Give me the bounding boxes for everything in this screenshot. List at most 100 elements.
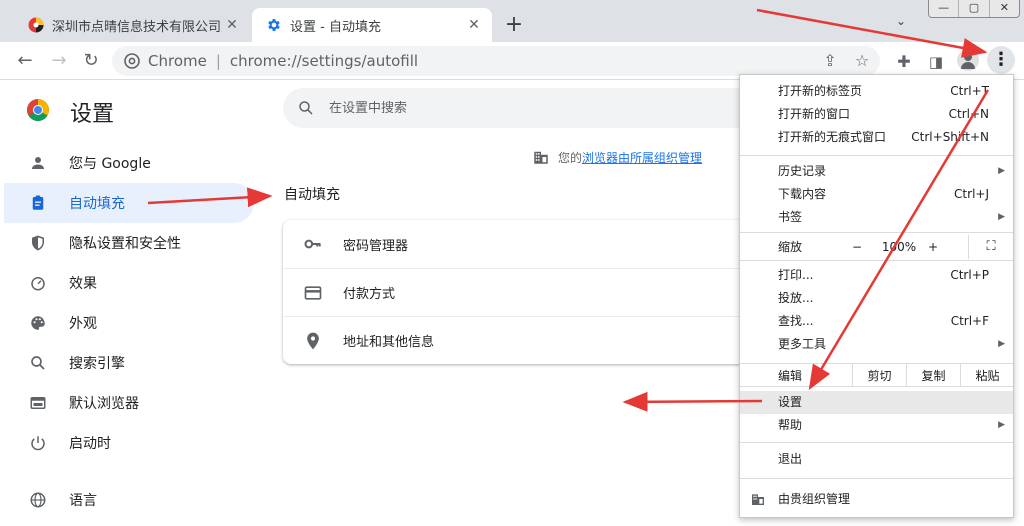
search-icon bbox=[31, 356, 45, 370]
browser-icon bbox=[30, 397, 46, 409]
tab-strip: 深圳市点晴信息技术有限公司点晴 ✕ 设置 - 自动填充 ✕ + ⌄ — ▢ ✕ bbox=[0, 0, 1024, 42]
autofill-row-label: 密码管理器 bbox=[343, 238, 409, 254]
sidebar-item-label: 隐私设置和安全性 bbox=[69, 236, 181, 252]
submenu-arrow-icon: ▶ bbox=[998, 166, 1005, 176]
chrome-page-icon bbox=[124, 53, 140, 69]
settings-sidebar: 您与 Google 自动填充 隐私设置和安全性 效果 外观 搜索引擎 默认浏览器 bbox=[4, 143, 254, 520]
autofill-row-label: 地址和其他信息 bbox=[343, 335, 435, 350]
menu-item-downloads[interactable]: 下载内容 Ctrl+J bbox=[740, 183, 1013, 206]
edit-label: 编辑 bbox=[778, 369, 803, 383]
chrome-main-menu: 打开新的标签页 Ctrl+T 打开新的窗口 Ctrl+N 打开新的无痕式窗口 Ctrl… bbox=[739, 74, 1014, 518]
sidebar-item-default-browser[interactable]: 默认浏览器 bbox=[4, 383, 254, 423]
search-icon bbox=[299, 101, 313, 115]
address-bar[interactable]: Chrome | chrome://settings/autofill ⇪ ☆ bbox=[112, 46, 880, 76]
sidebar-item-privacy[interactable]: 隐私设置和安全性 bbox=[4, 223, 254, 263]
menu-divider bbox=[740, 442, 1013, 443]
gear-icon bbox=[268, 19, 280, 31]
org-managed-link[interactable]: 浏览器由所属组织管理 bbox=[582, 149, 702, 166]
sidebar-item-label: 您与 Google bbox=[69, 156, 151, 172]
maximize-button[interactable]: ▢ bbox=[959, 0, 990, 17]
menu-item-new-window[interactable]: 打开新的窗口 Ctrl+N bbox=[740, 103, 1013, 126]
menu-zoom-row: 缩放 − 100% + ⛶ bbox=[740, 235, 1013, 259]
menu-item-history[interactable]: 历史记录 ▶ bbox=[740, 160, 1013, 183]
submenu-arrow-icon: ▶ bbox=[998, 339, 1005, 349]
person-icon bbox=[32, 157, 44, 169]
profile-avatar-icon[interactable] bbox=[957, 49, 979, 71]
sidebar-item-label: 搜索引擎 bbox=[69, 356, 125, 372]
autofill-row-addresses[interactable]: 地址和其他信息 bbox=[283, 316, 753, 364]
close-tab-icon[interactable]: ✕ bbox=[464, 17, 484, 33]
globe-icon bbox=[30, 492, 46, 508]
menu-item-settings[interactable]: 设置 bbox=[740, 391, 1013, 414]
sidebar-item-performance[interactable]: 效果 bbox=[4, 263, 254, 303]
window-controls: — ▢ ✕ bbox=[928, 0, 1020, 18]
cut-button[interactable]: 剪切 bbox=[852, 364, 906, 386]
copy-button[interactable]: 复制 bbox=[906, 364, 960, 386]
speedometer-icon bbox=[31, 277, 45, 291]
menu-divider bbox=[740, 478, 1013, 479]
menu-item-find[interactable]: 查找... Ctrl+F bbox=[740, 310, 1013, 333]
sidebar-item-search-engine[interactable]: 搜索引擎 bbox=[4, 343, 254, 383]
forward-icon[interactable]: → bbox=[48, 50, 70, 72]
extensions-icon[interactable]: ✚ bbox=[892, 50, 916, 74]
sidebar-item-on-startup[interactable]: 启动时 bbox=[4, 423, 254, 463]
close-tab-icon[interactable]: ✕ bbox=[222, 17, 242, 33]
menu-divider bbox=[740, 232, 1013, 233]
share-icon[interactable]: ⇪ bbox=[820, 51, 840, 71]
zoom-in-button[interactable]: + bbox=[928, 235, 938, 259]
new-tab-button[interactable]: + bbox=[500, 12, 528, 40]
menu-item-exit[interactable]: 退出 bbox=[740, 448, 1013, 471]
menu-item-cast[interactable]: 投放... bbox=[740, 287, 1013, 310]
building-icon bbox=[534, 151, 548, 164]
fullscreen-icon[interactable]: ⛶ bbox=[968, 235, 1013, 259]
autofill-row-passwords[interactable]: 密码管理器 bbox=[283, 220, 753, 268]
search-input[interactable] bbox=[329, 100, 729, 116]
side-panel-icon[interactable]: ◨ bbox=[924, 50, 948, 74]
url-text[interactable]: chrome://settings/autofill bbox=[230, 52, 418, 70]
paste-button[interactable]: 粘贴 bbox=[960, 364, 1014, 386]
tab-title: 设置 - 自动填充 bbox=[290, 19, 381, 35]
more-menu-icon[interactable]: ⋮ bbox=[987, 46, 1015, 74]
autofill-row-label: 付款方式 bbox=[343, 287, 396, 302]
palette-icon bbox=[31, 316, 45, 330]
back-icon[interactable]: ← bbox=[14, 50, 36, 72]
menu-edit-row: 编辑 剪切 复制 粘贴 bbox=[740, 363, 1013, 387]
autofill-row-payments[interactable]: 付款方式 bbox=[283, 268, 753, 316]
section-title: 自动填充 bbox=[284, 187, 340, 203]
clipboard-icon bbox=[32, 195, 44, 210]
menu-item-print[interactable]: 打印... Ctrl+P bbox=[740, 264, 1013, 287]
org-note-prefix: 您的 bbox=[558, 150, 583, 165]
tab-title: 深圳市点晴信息技术有限公司点晴 bbox=[52, 19, 222, 35]
sidebar-item-label: 自动填充 bbox=[69, 196, 125, 212]
building-icon bbox=[752, 494, 764, 505]
minimize-button[interactable]: — bbox=[929, 0, 960, 17]
sidebar-item-languages[interactable]: 语言 bbox=[4, 480, 254, 520]
address-separator: | bbox=[215, 52, 221, 70]
settings-search[interactable] bbox=[283, 88, 773, 128]
sidebar-item-autofill[interactable]: 自动填充 bbox=[4, 183, 254, 223]
close-window-button[interactable]: ✕ bbox=[990, 0, 1019, 17]
tab-settings[interactable]: 设置 - 自动填充 ✕ bbox=[252, 8, 492, 42]
sidebar-item-label: 外观 bbox=[69, 316, 97, 332]
menu-item-new-tab[interactable]: 打开新的标签页 Ctrl+T bbox=[740, 80, 1013, 103]
sidebar-item-label: 语言 bbox=[69, 493, 97, 509]
page-title: 设置 bbox=[70, 102, 115, 127]
key-icon bbox=[304, 239, 321, 249]
sidebar-item-label: 效果 bbox=[69, 276, 97, 292]
bookmark-star-icon[interactable]: ☆ bbox=[852, 51, 872, 71]
sidebar-item-label: 启动时 bbox=[69, 436, 111, 452]
menu-item-help[interactable]: 帮助 ▶ bbox=[740, 414, 1013, 437]
menu-item-managed[interactable]: 由贵组织管理 bbox=[740, 487, 1013, 511]
sidebar-item-you-and-google[interactable]: 您与 Google bbox=[4, 143, 254, 183]
submenu-arrow-icon: ▶ bbox=[998, 420, 1005, 430]
tab-site[interactable]: 深圳市点晴信息技术有限公司点晴 ✕ bbox=[14, 8, 250, 42]
submenu-arrow-icon: ▶ bbox=[998, 212, 1005, 222]
tab-search-icon[interactable]: ⌄ bbox=[896, 14, 906, 28]
menu-item-bookmarks[interactable]: 书签 ▶ bbox=[740, 206, 1013, 229]
menu-item-incognito[interactable]: 打开新的无痕式窗口 Ctrl+Shift+N bbox=[740, 126, 1013, 149]
zoom-out-button[interactable]: − bbox=[852, 235, 862, 259]
sidebar-item-appearance[interactable]: 外观 bbox=[4, 303, 254, 343]
autofill-card: 密码管理器 付款方式 地址和其他信息 bbox=[283, 220, 753, 364]
reload-icon[interactable]: ↻ bbox=[80, 50, 102, 72]
menu-item-more-tools[interactable]: 更多工具 ▶ bbox=[740, 333, 1013, 356]
